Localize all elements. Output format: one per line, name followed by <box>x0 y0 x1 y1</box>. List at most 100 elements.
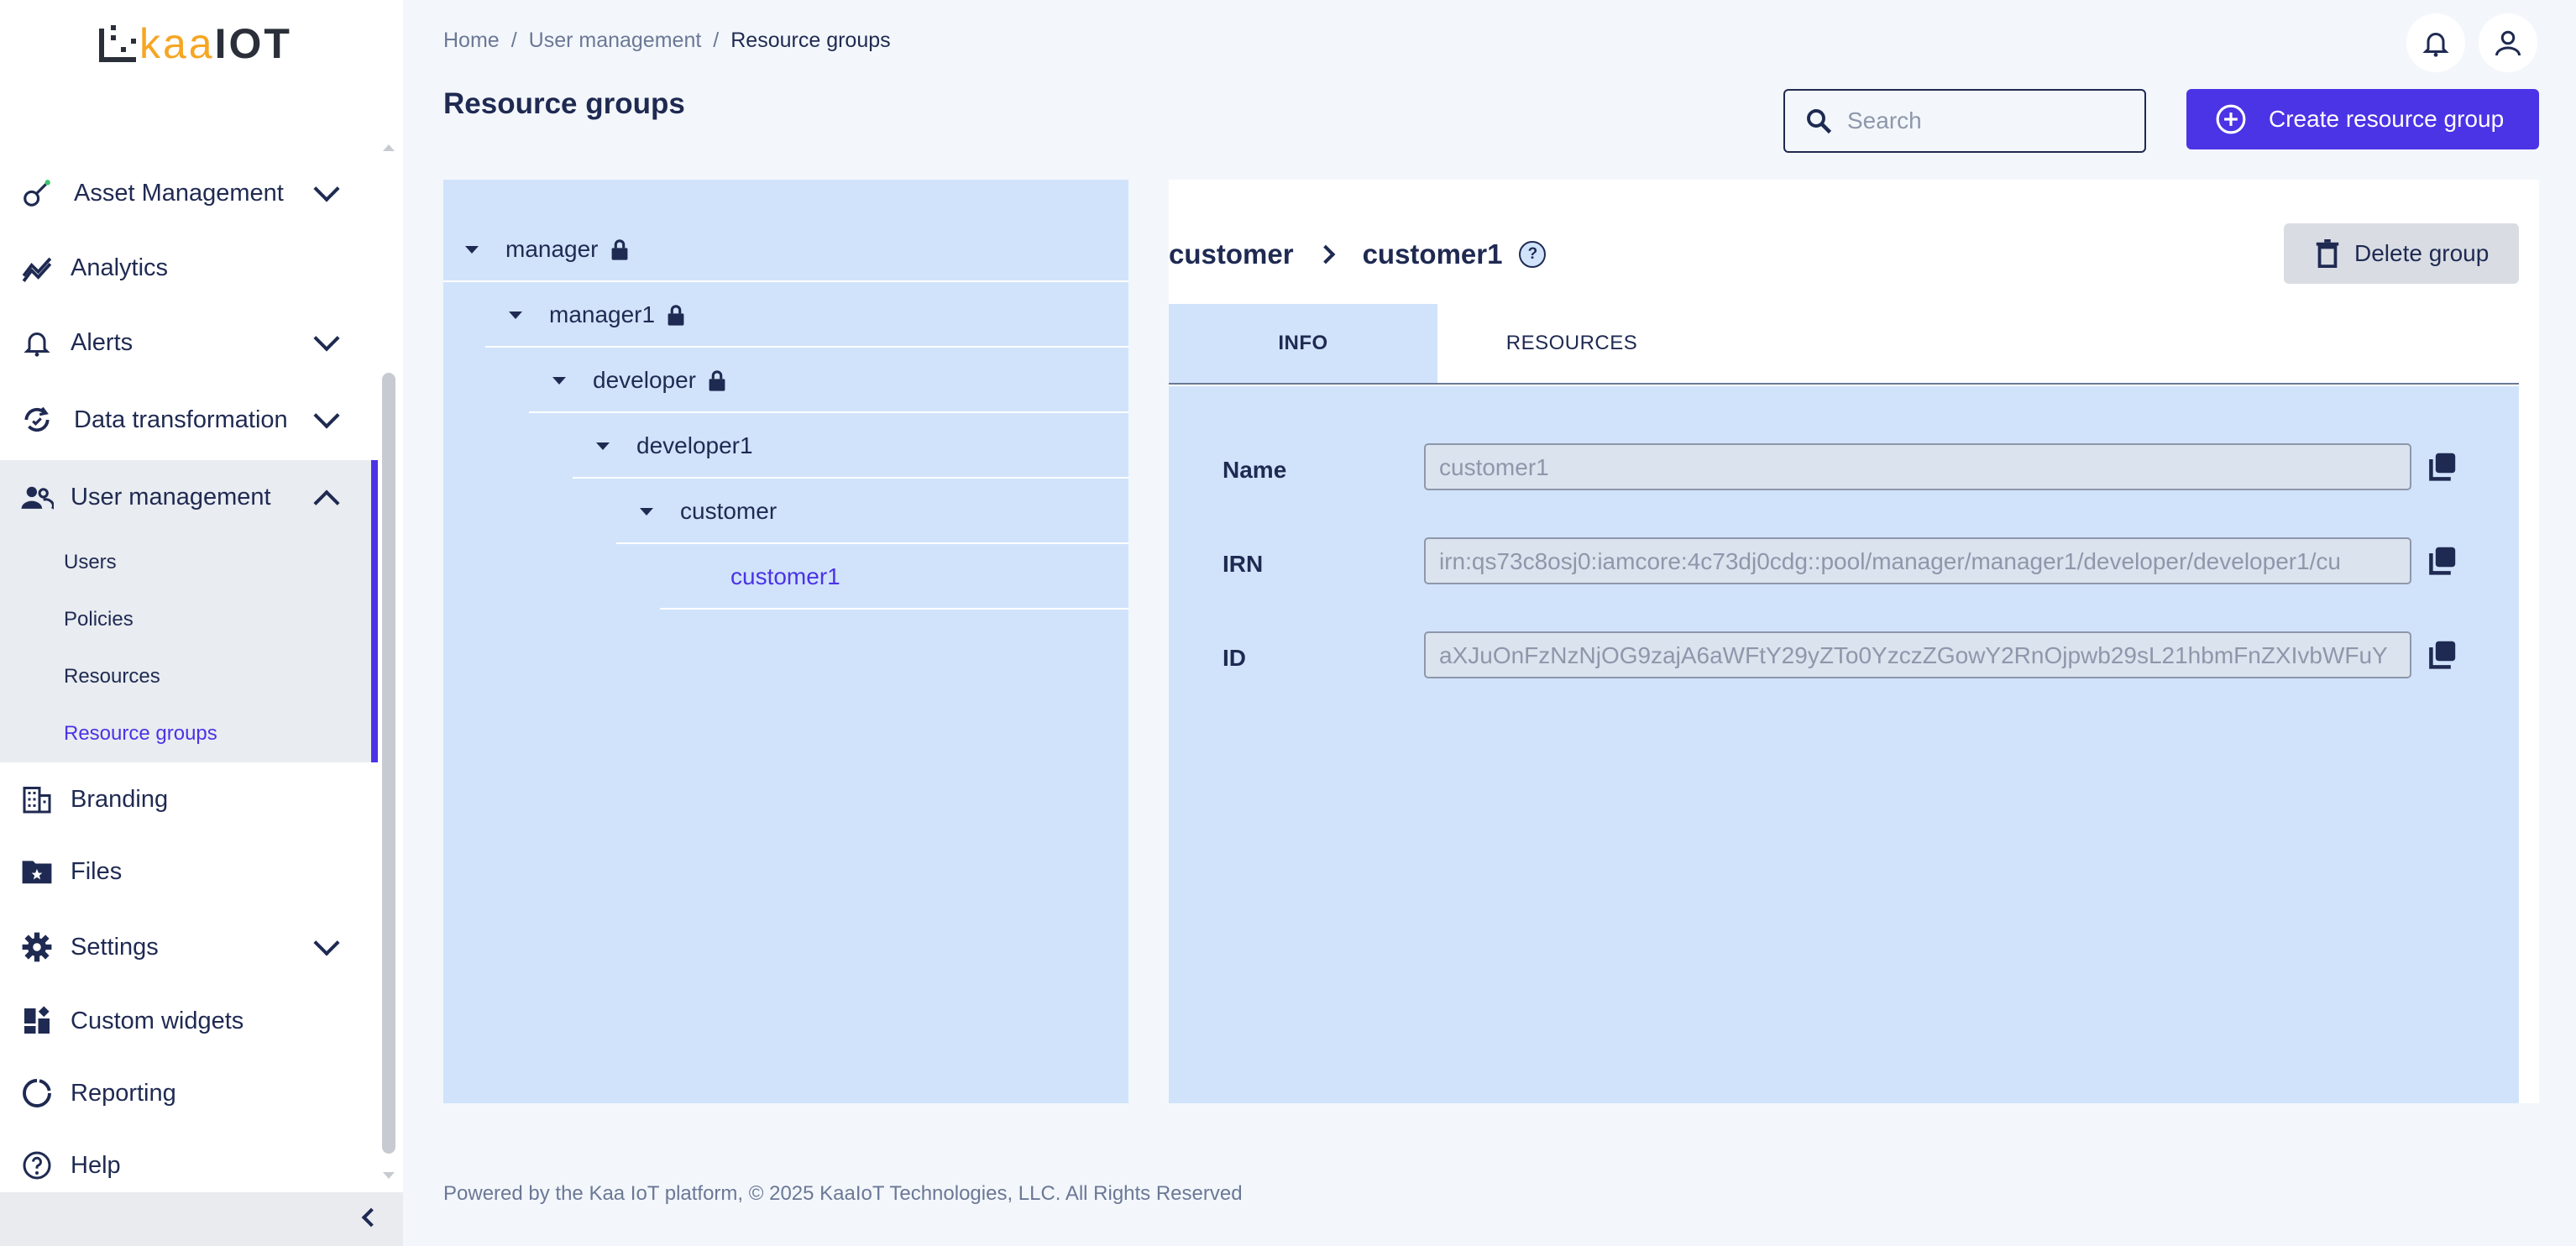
chevron-down-icon <box>313 175 340 202</box>
notifications-button[interactable] <box>2406 13 2465 72</box>
sidebar-item-user-management[interactable]: User management <box>0 467 376 527</box>
chevron-down-icon <box>313 929 340 956</box>
sidebar-item-label: Data transformation <box>74 406 288 433</box>
create-button-label: Create resource group <box>2269 106 2505 132</box>
caret-down-icon[interactable] <box>465 245 479 254</box>
search-input[interactable] <box>1847 107 2133 134</box>
sidebar-scrollbar[interactable] <box>382 373 395 1154</box>
widgets-icon <box>20 1004 54 1038</box>
chevron-left-icon <box>361 1207 381 1228</box>
caret-down-icon[interactable] <box>552 376 566 385</box>
bell-icon <box>2422 33 2449 57</box>
sidebar-item-reporting[interactable]: Reporting <box>0 1063 376 1123</box>
collapse-sidebar-button[interactable] <box>0 1192 403 1246</box>
sidebar-item-label: Reporting <box>71 1079 176 1107</box>
resource-group-tree: manager manager1 developer developer1 cu… <box>443 180 1128 1103</box>
submenu-item-users[interactable]: Users <box>64 551 117 574</box>
logo-mark-icon <box>99 25 139 62</box>
tree-node-manager1[interactable]: manager1 <box>485 284 1128 348</box>
breadcrumb-user-management[interactable]: User management <box>529 29 702 53</box>
chevron-up-icon <box>313 490 340 516</box>
tree-node-label: customer <box>680 498 778 524</box>
help-icon <box>20 1149 54 1182</box>
tree-node-developer[interactable]: developer <box>529 349 1128 413</box>
caret-down-icon[interactable] <box>596 442 610 450</box>
submenu-item-resources[interactable]: Resources <box>64 665 160 688</box>
scroll-down-arrow[interactable] <box>383 1172 395 1179</box>
tree-node-label: developer <box>593 367 696 393</box>
account-button[interactable] <box>2479 13 2537 72</box>
delete-button-label: Delete group <box>2354 240 2490 266</box>
sidebar: kaaIOT Asset Management Analytics Alerts… <box>0 0 403 1246</box>
sidebar-item-files[interactable]: Files <box>0 841 376 902</box>
name-field[interactable]: customer1 <box>1424 443 2411 490</box>
id-field[interactable]: aXJuOnFzNzNjOG9zajA6aWFtY29yZTo0YzczZGow… <box>1424 631 2411 678</box>
group-path: customer customer1 ? <box>1169 238 1547 270</box>
tree-node-label: manager1 <box>549 301 656 327</box>
tree-node-label: customer1 <box>730 563 840 589</box>
sidebar-item-label: Branding <box>71 785 169 813</box>
sidebar-item-alerts[interactable]: Alerts <box>0 312 376 373</box>
breadcrumb-current: Resource groups <box>730 29 891 52</box>
sidebar-item-label: Help <box>71 1151 121 1179</box>
sidebar-item-help[interactable]: Help <box>0 1135 376 1196</box>
lock-icon <box>709 370 725 391</box>
info-tab-content: Name customer1 IRN irn:qs73c8osj0:iamcor… <box>1169 386 2519 1103</box>
bell-icon <box>20 326 54 359</box>
name-label: Name <box>1223 457 1287 483</box>
submenu-item-resource-groups[interactable]: Resource groups <box>64 722 217 746</box>
copy-id-icon[interactable] <box>2427 640 2457 670</box>
tree-node-customer1[interactable]: customer1 <box>660 546 1128 610</box>
asset-icon <box>20 176 54 210</box>
sidebar-item-data-transformation[interactable]: Data transformation <box>0 390 376 450</box>
sidebar-item-asset-management[interactable]: Asset Management <box>0 163 376 223</box>
sidebar-item-label: Alerts <box>71 328 134 356</box>
reporting-icon <box>20 1076 54 1110</box>
logo-text: kaaIOT <box>139 20 292 67</box>
search-icon <box>1807 109 1832 134</box>
chevron-down-icon <box>313 402 340 429</box>
transform-icon <box>20 403 54 437</box>
sidebar-item-branding[interactable]: Branding <box>0 769 376 830</box>
breadcrumb-home[interactable]: Home <box>443 29 500 53</box>
tree-node-customer[interactable]: customer <box>616 480 1128 544</box>
sidebar-item-custom-widgets[interactable]: Custom widgets <box>0 991 376 1051</box>
tree-node-developer1[interactable]: developer1 <box>573 415 1128 479</box>
detail-tabs: INFO RESOURCES <box>1169 304 2519 385</box>
footer-copyright: Powered by the Kaa IoT platform, © 2025 … <box>443 1182 1243 1205</box>
scroll-up-arrow[interactable] <box>383 144 395 151</box>
sidebar-item-label: Asset Management <box>74 179 284 207</box>
parent-group-link[interactable]: customer <box>1169 238 1294 270</box>
sidebar-item-label: Analytics <box>71 254 169 281</box>
breadcrumb-separator: / <box>713 29 720 52</box>
create-resource-group-button[interactable]: Create resource group <box>2186 89 2539 149</box>
help-icon[interactable]: ? <box>1519 241 1547 268</box>
sidebar-item-label: Files <box>71 857 123 885</box>
sidebar-item-label: User management <box>71 483 271 510</box>
tree-node-manager[interactable]: manager <box>443 218 1128 282</box>
chevron-down-icon <box>313 325 340 352</box>
tab-resources[interactable]: RESOURCES <box>1437 304 1706 383</box>
copy-name-icon[interactable] <box>2427 452 2457 482</box>
submenu-item-policies[interactable]: Policies <box>64 608 134 631</box>
current-group-name: customer1 <box>1362 238 1503 270</box>
caret-down-icon[interactable] <box>509 311 522 319</box>
delete-group-button[interactable]: Delete group <box>2284 223 2519 284</box>
breadcrumb-separator: / <box>510 29 517 52</box>
search-field[interactable] <box>1783 89 2146 153</box>
irn-label: IRN <box>1223 551 1264 577</box>
sidebar-item-analytics[interactable]: Analytics <box>0 238 376 298</box>
sidebar-item-settings[interactable]: Settings <box>0 917 376 977</box>
kaaiot-logo[interactable]: kaaIOT <box>99 20 292 67</box>
tree-node-label: manager <box>505 236 599 262</box>
breadcrumb: Home / User management / Resource groups <box>443 29 891 53</box>
users-icon <box>20 480 54 514</box>
irn-field[interactable]: irn:qs73c8osj0:iamcore:4c73dj0cdg::pool/… <box>1424 537 2411 584</box>
tab-info[interactable]: INFO <box>1169 304 1437 383</box>
group-detail-panel: customer customer1 ? Delete group INFO R… <box>1169 180 2539 1103</box>
caret-down-icon[interactable] <box>640 507 653 516</box>
sidebar-item-label: Settings <box>71 933 159 961</box>
trash-icon <box>2316 239 2339 268</box>
lock-icon <box>668 305 684 326</box>
copy-irn-icon[interactable] <box>2427 546 2457 576</box>
